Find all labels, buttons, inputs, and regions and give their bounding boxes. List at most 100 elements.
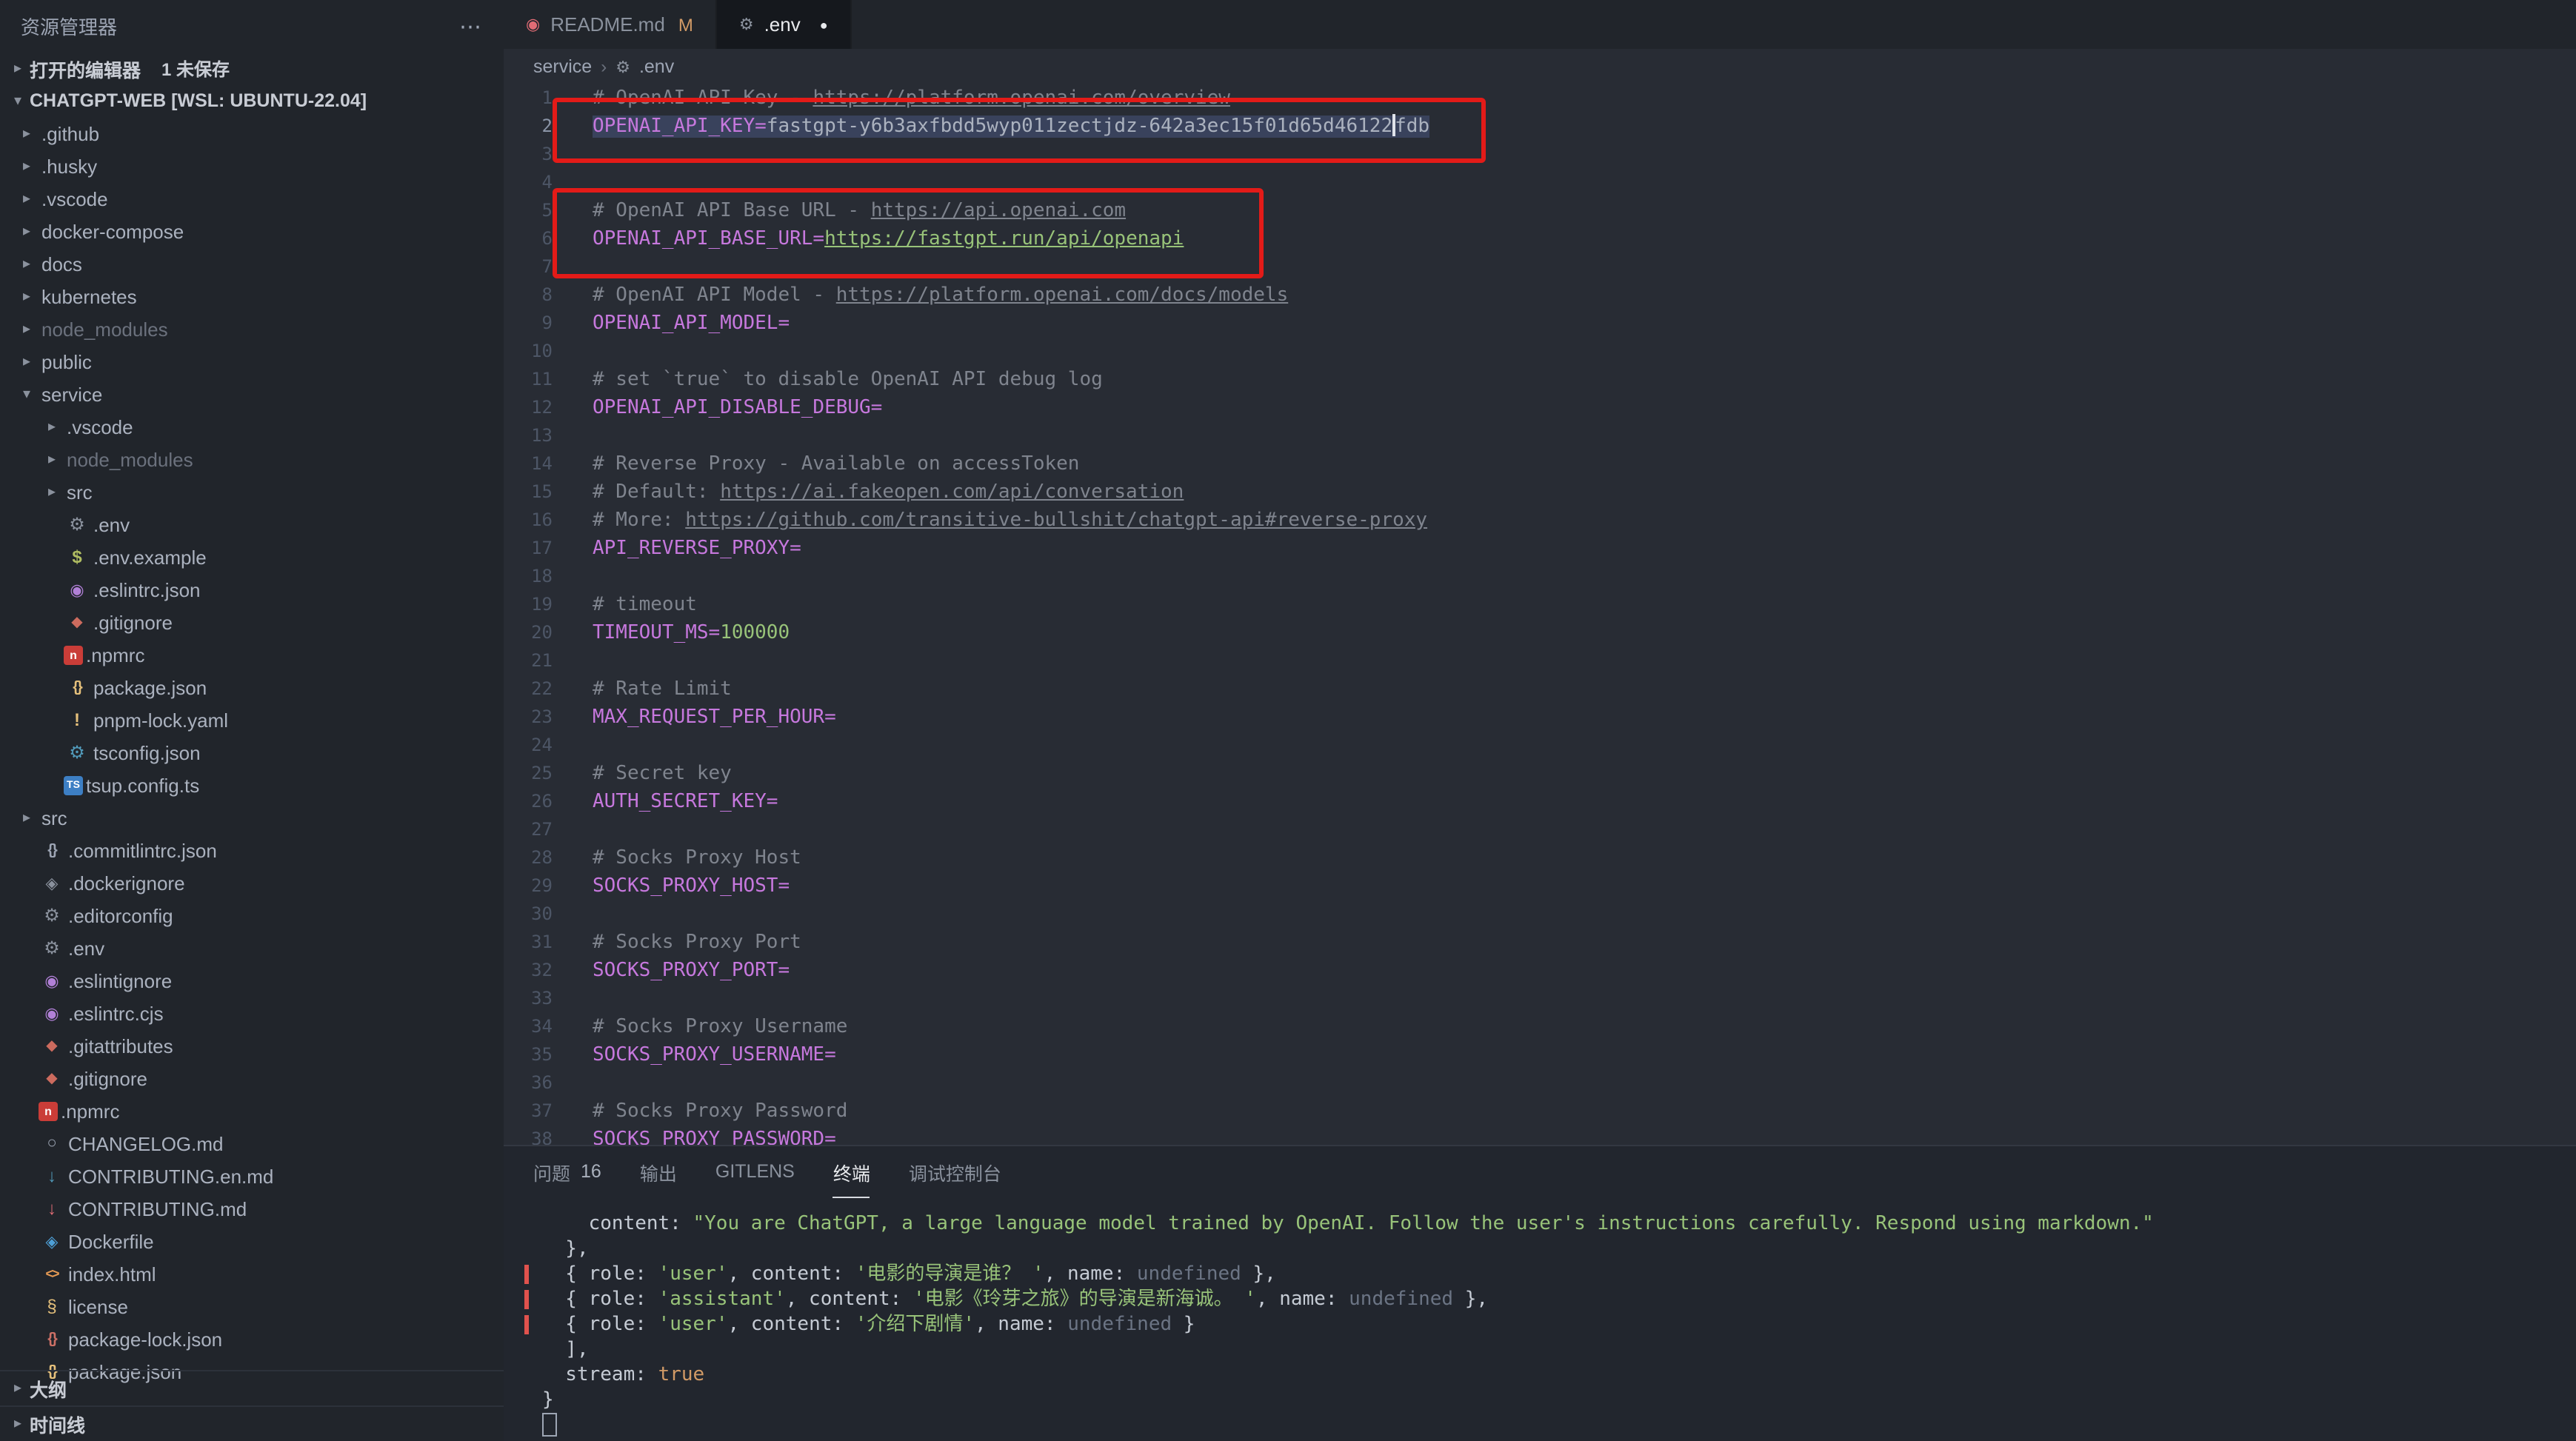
line-number: 14	[504, 450, 553, 478]
tree-folder-kubernetes[interactable]: ▸kubernetes	[0, 280, 504, 312]
line-number: 11	[504, 366, 553, 394]
open-editors-label: 打开的编辑器	[30, 54, 141, 82]
chevron-right-icon: ▸	[15, 223, 39, 239]
line-marker	[524, 1315, 529, 1334]
tree-folder-node_modules[interactable]: ▸node_modules	[0, 312, 504, 345]
code-editor[interactable]: 1234567891011121314151617181920212223242…	[504, 84, 2576, 1145]
editor-tab-.env[interactable]: ⚙.env●	[717, 0, 852, 49]
line-number: 31	[504, 929, 553, 957]
pnpm-icon: !	[64, 708, 90, 732]
tree-folder-service[interactable]: ▾service	[0, 378, 504, 410]
tree-file-.env.example[interactable]: $.env.example	[0, 541, 504, 573]
breadcrumb-item[interactable]: .env	[639, 56, 674, 77]
tree-file-tsup.config.ts[interactable]: TStsup.config.ts	[0, 769, 504, 801]
panel-tab-输出[interactable]: 输出	[640, 1146, 677, 1198]
line-number: 5	[504, 197, 553, 225]
code-line: # timeout	[593, 591, 2576, 619]
tree-file-CHANGELOG.md[interactable]: ○CHANGELOG.md	[0, 1127, 504, 1160]
terminal-line: { role: 'user', content: '介绍下剧情', name: …	[542, 1312, 2576, 1337]
panel-tab-label: 终端	[833, 1157, 870, 1186]
tree-file-.eslintignore[interactable]: ◉.eslintignore	[0, 964, 504, 997]
tree-file-pnpm-lock.yaml[interactable]: !pnpm-lock.yaml	[0, 703, 504, 736]
code-lines[interactable]: # OpenAI API Key - https://platform.open…	[593, 84, 2576, 1145]
tree-file-.env[interactable]: ⚙.env	[0, 932, 504, 964]
line-number: 1	[504, 84, 553, 113]
tree-file-.eslintrc.json[interactable]: ◉.eslintrc.json	[0, 573, 504, 606]
tree-item-label: .gitattributes	[68, 1034, 173, 1057]
tree-file-Dockerfile[interactable]: ◈Dockerfile	[0, 1225, 504, 1257]
tree-file-.gitattributes[interactable]: ◆.gitattributes	[0, 1029, 504, 1062]
project-root-section[interactable]: ▾ CHATGPT-WEB [WSL: UBUNTU-22.04]	[0, 84, 504, 117]
chevron-right-icon: ▸	[15, 125, 39, 141]
terminal-cursor-icon	[542, 1413, 557, 1437]
tree-folder-.vscode[interactable]: ▸.vscode	[0, 182, 504, 215]
code-line: AUTH_SECRET_KEY=	[593, 788, 2576, 816]
gear-icon: ⚙	[39, 936, 65, 960]
dirty-indicator-icon: ●	[820, 17, 828, 32]
tree-folder-.vscode[interactable]: ▸.vscode	[0, 410, 504, 443]
line-number: 12	[504, 394, 553, 422]
code-line: # More: https://github.com/transitive-bu…	[593, 506, 2576, 535]
tree-item-label: CHANGELOG.md	[68, 1132, 224, 1154]
panel-tab-终端[interactable]: 终端	[833, 1146, 870, 1198]
tree-file-.gitignore[interactable]: ◆.gitignore	[0, 1062, 504, 1094]
terminal-output[interactable]: content: "You are ChatGPT, a large langu…	[504, 1198, 2576, 1438]
tree-file-package.json[interactable]: {}package.json	[0, 671, 504, 703]
json-red-icon: {}	[39, 1327, 65, 1351]
tree-folder-src[interactable]: ▸src	[0, 801, 504, 834]
tree-file-.commitlintrc.json[interactable]: {}.commitlintrc.json	[0, 834, 504, 866]
tree-file-.npmrc[interactable]: n.npmrc	[0, 1094, 504, 1127]
tree-item-label: .npmrc	[86, 643, 144, 666]
tree-item-label: node_modules	[41, 318, 168, 340]
markdown-red-icon: ↓	[39, 1197, 65, 1220]
panel-tab-调试控制台[interactable]: 调试控制台	[909, 1146, 1001, 1198]
line-number: 6	[504, 225, 553, 253]
tree-item-label: .npmrc	[61, 1100, 119, 1122]
panel-tab-GITLENS[interactable]: GITLENS	[715, 1146, 795, 1198]
tree-file-.npmrc[interactable]: n.npmrc	[0, 638, 504, 671]
chevron-right-icon: ▸	[15, 190, 39, 207]
tree-file-package-lock.json[interactable]: {}package-lock.json	[0, 1323, 504, 1355]
tree-file-license[interactable]: §license	[0, 1290, 504, 1323]
tree-folder-src[interactable]: ▸src	[0, 475, 504, 508]
gear-icon: ⚙	[615, 57, 630, 76]
tree-file-.editorconfig[interactable]: ⚙.editorconfig	[0, 899, 504, 932]
tree-file-.dockerignore[interactable]: ◈.dockerignore	[0, 866, 504, 899]
editor-tabbar: ◉README.mdM⚙.env●	[504, 0, 2576, 49]
tree-file-tsconfig.json[interactable]: ⚙tsconfig.json	[0, 736, 504, 769]
panel-tab-label: 输出	[640, 1157, 677, 1186]
panel-tab-问题[interactable]: 问题16	[533, 1146, 601, 1198]
timeline-section[interactable]: ▸ 时间线	[0, 1405, 504, 1441]
tree-file-CONTRIBUTING.en.md[interactable]: ↓CONTRIBUTING.en.md	[0, 1160, 504, 1192]
code-line: API_REVERSE_PROXY=	[593, 535, 2576, 563]
tree-folder-docker-compose[interactable]: ▸docker-compose	[0, 215, 504, 247]
more-actions-icon[interactable]: ⋯	[459, 13, 483, 39]
tree-item-label: .eslintrc.cjs	[68, 1002, 164, 1024]
open-editors-section[interactable]: ▸ 打开的编辑器 1 未保存	[0, 52, 504, 84]
sidebar-footer: ▸ 大纲 ▸ 时间线	[0, 1370, 504, 1441]
explorer-title: 资源管理器	[21, 12, 117, 40]
tree-file-CONTRIBUTING.md[interactable]: ↓CONTRIBUTING.md	[0, 1192, 504, 1225]
breadcrumb-item[interactable]: service	[533, 56, 592, 77]
tree-item-label: CONTRIBUTING.md	[68, 1197, 247, 1220]
editor-tab-README.md[interactable]: ◉README.mdM	[504, 0, 717, 49]
tree-file-.env[interactable]: ⚙.env	[0, 508, 504, 541]
tree-folder-docs[interactable]: ▸docs	[0, 247, 504, 280]
line-marker	[524, 1265, 529, 1284]
code-line: # Socks Proxy Password	[593, 1097, 2576, 1126]
tree-file-.eslintrc.cjs[interactable]: ◉.eslintrc.cjs	[0, 997, 504, 1029]
dollar-icon: $	[64, 545, 90, 569]
chevron-right-icon: ▸	[15, 288, 39, 304]
line-number: 27	[504, 816, 553, 844]
tree-folder-public[interactable]: ▸public	[0, 345, 504, 378]
code-line: # OpenAI API Base URL - https://api.open…	[593, 197, 2576, 225]
tree-file-index.html[interactable]: <>index.html	[0, 1257, 504, 1290]
tree-file-.gitignore[interactable]: ◆.gitignore	[0, 606, 504, 638]
tree-folder-.github[interactable]: ▸.github	[0, 117, 504, 150]
tree-item-label: .commitlintrc.json	[68, 839, 217, 861]
tree-folder-.husky[interactable]: ▸.husky	[0, 150, 504, 182]
tree-folder-node_modules[interactable]: ▸node_modules	[0, 443, 504, 475]
line-number: 8	[504, 281, 553, 310]
line-number: 2	[504, 113, 553, 141]
outline-section[interactable]: ▸ 大纲	[0, 1370, 504, 1405]
